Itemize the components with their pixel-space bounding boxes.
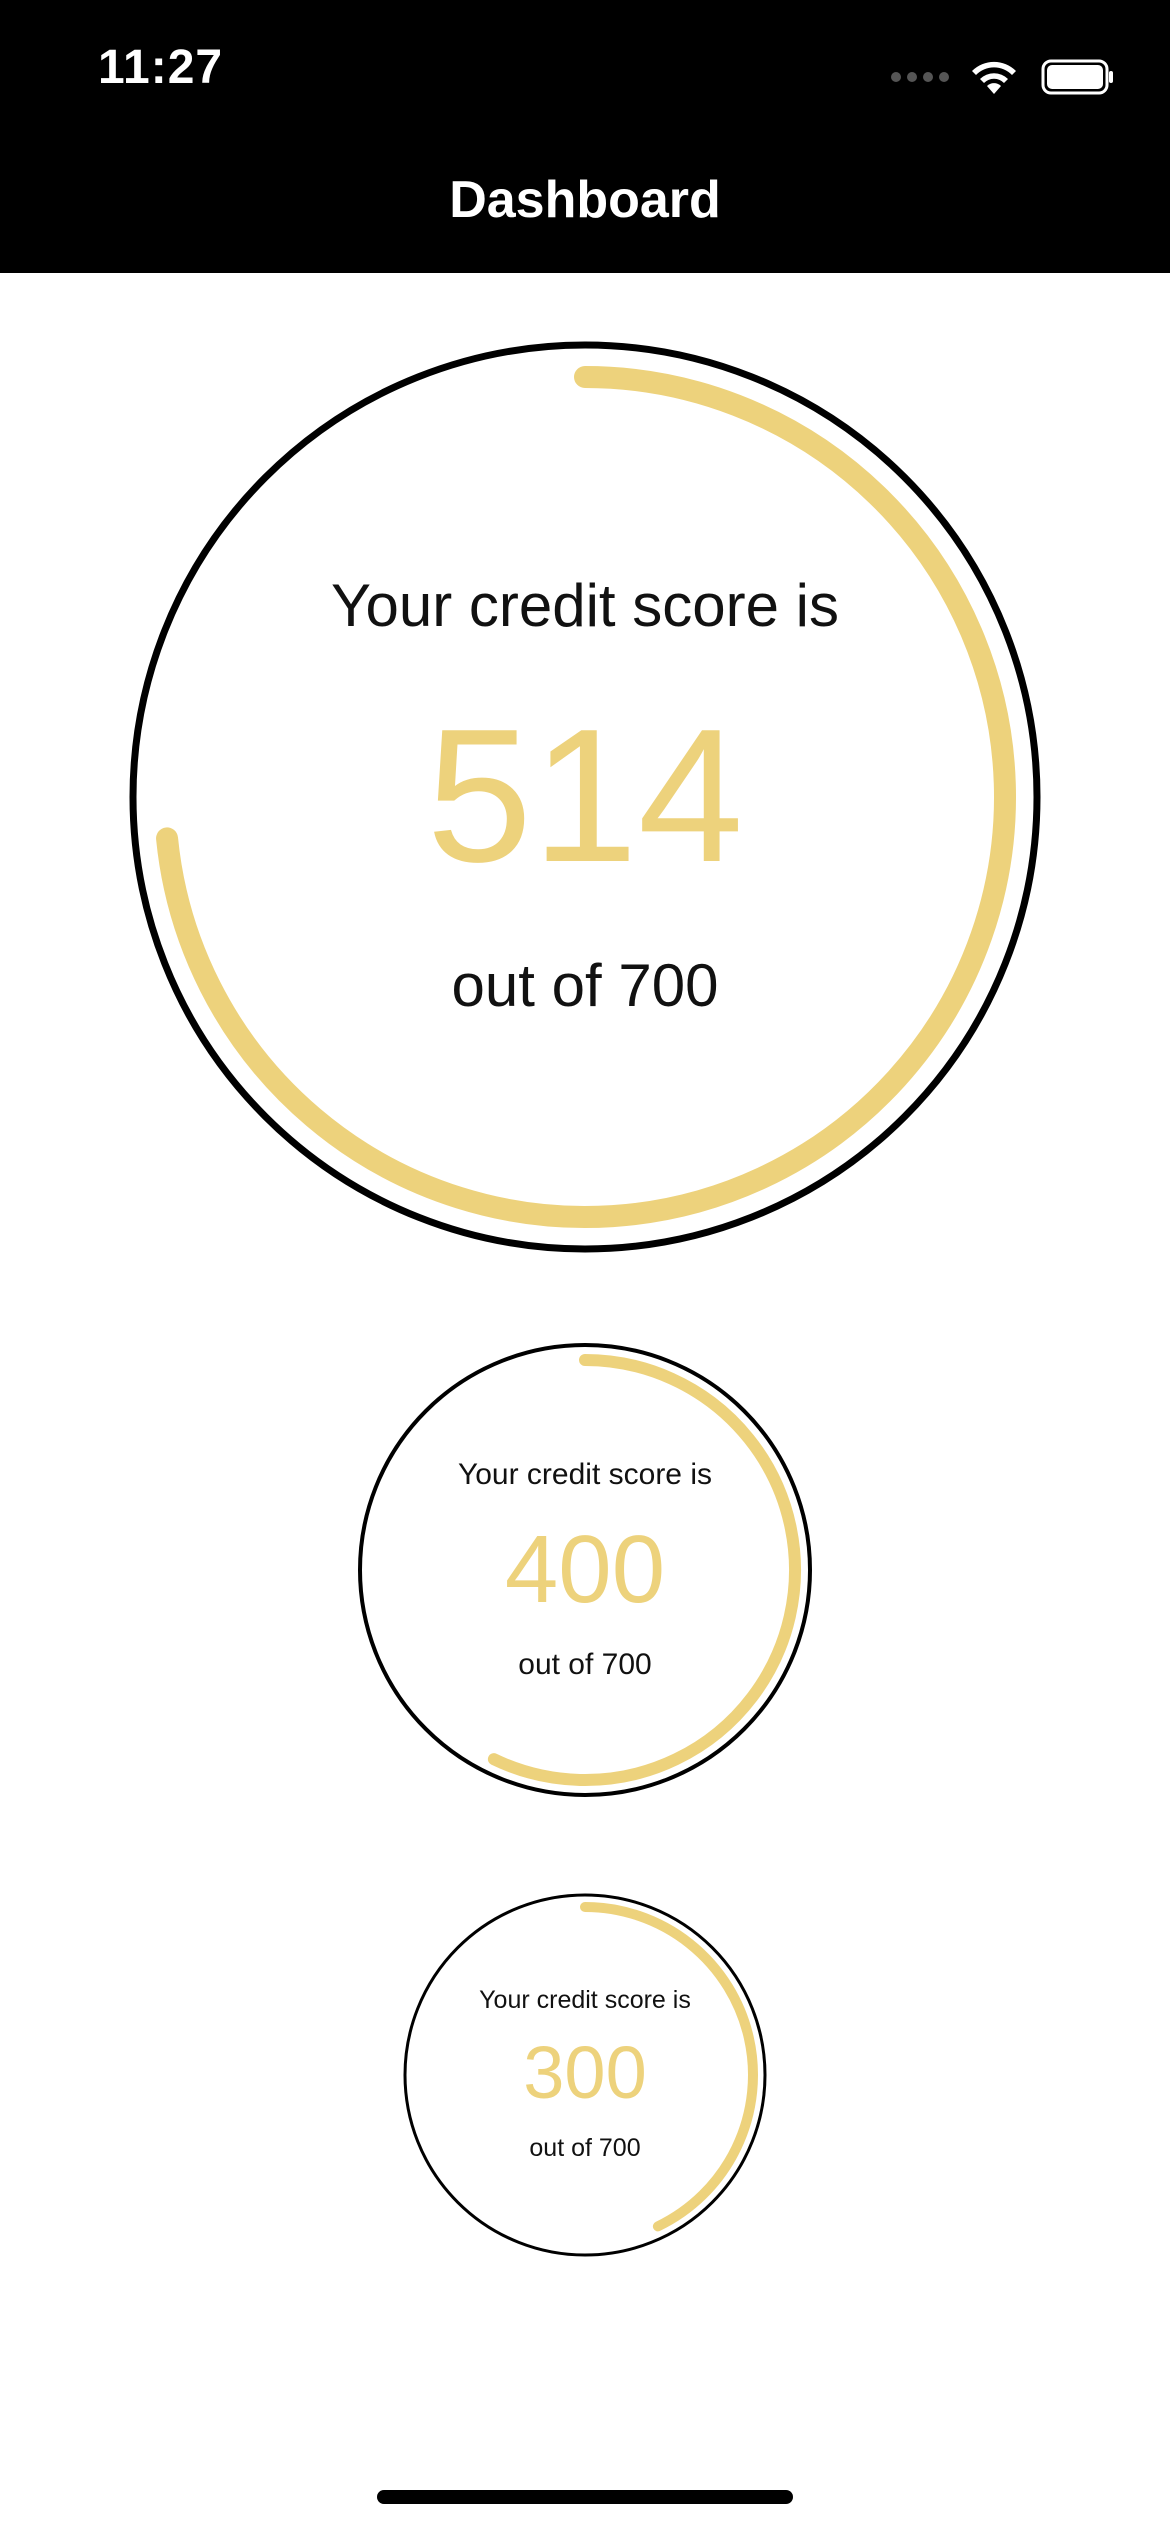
gauge-title: Your credit score is <box>457 1458 712 1491</box>
gauge-subtitle: out of 700 <box>529 2134 641 2162</box>
app-header: 11:27 Dashboard <box>0 0 1170 273</box>
status-time: 11:27 <box>98 41 224 94</box>
wifi-icon <box>972 61 1016 94</box>
gauge-score: 300 <box>523 2031 647 2114</box>
credit-score-gauge-large: Your credit score is 514 out of 700 <box>129 341 1041 1253</box>
gauge-title: Your credit score is <box>479 1986 691 2014</box>
page-title: Dashboard <box>449 171 721 229</box>
gauge-subtitle: out of 700 <box>518 1648 652 1681</box>
gauge-title: Your credit score is <box>330 572 839 639</box>
credit-score-gauge-medium: Your credit score is 400 out of 700 <box>357 1342 813 1798</box>
battery-icon <box>1041 59 1113 95</box>
cellular-signal-icon <box>891 72 949 82</box>
gauge-subtitle: out of 700 <box>451 952 719 1019</box>
gauge-score: 514 <box>426 690 744 902</box>
status-icons <box>891 52 1115 102</box>
credit-score-gauge-small: Your credit score is 300 out of 700 <box>402 1892 768 2258</box>
home-indicator[interactable] <box>377 2490 793 2504</box>
gauge-score: 400 <box>504 1516 666 1623</box>
